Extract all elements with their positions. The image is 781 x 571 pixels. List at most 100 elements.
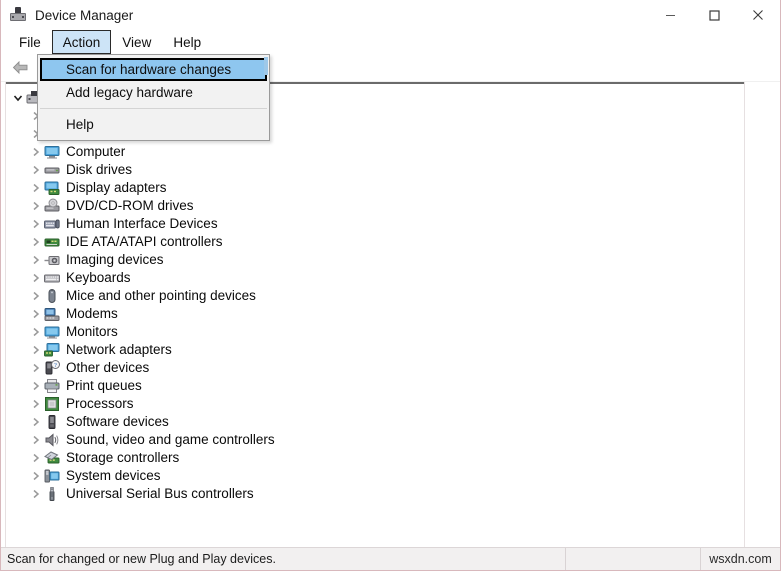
tree-row-dvd-cdrom-drives[interactable]: DVD/CD-ROM drives	[6, 197, 744, 215]
chevron-right-icon[interactable]	[28, 287, 44, 305]
tree-label: Monitors	[66, 324, 118, 339]
device-manager-window: Device Manager File Action View Help Com…	[0, 0, 781, 571]
chevron-right-icon[interactable]	[28, 449, 44, 467]
tree-row-sound-video-and-game-controllers[interactable]: Sound, video and game controllers	[6, 431, 744, 449]
tree-row-computer[interactable]: Computer	[6, 143, 744, 161]
printer-icon	[44, 378, 60, 394]
device-manager-icon	[10, 7, 26, 23]
menu-help[interactable]: Help	[162, 30, 212, 54]
action-dropdown-menu[interactable]: Scan for hardware changes Add legacy har…	[37, 54, 270, 141]
chevron-right-icon[interactable]	[28, 179, 44, 197]
chevron-right-icon[interactable]	[28, 233, 44, 251]
disk-drive-icon	[44, 162, 60, 178]
tree-label: Disk drives	[66, 162, 133, 177]
speaker-icon	[44, 432, 60, 448]
title-bar: Device Manager	[1, 0, 780, 30]
chevron-right-icon[interactable]	[28, 215, 44, 233]
tree-row-mice-and-other-pointing-devices[interactable]: Mice and other pointing devices	[6, 287, 744, 305]
chevron-right-icon[interactable]	[28, 269, 44, 287]
tree-row-print-queues[interactable]: Print queues	[6, 377, 744, 395]
tree-row-display-adapters[interactable]: Display adapters	[6, 179, 744, 197]
chevron-right-icon[interactable]	[28, 341, 44, 359]
chevron-down-icon[interactable]	[10, 89, 26, 107]
chevron-right-icon[interactable]	[28, 305, 44, 323]
tree-row-system-devices[interactable]: System devices	[6, 467, 744, 485]
tree-row-keyboards[interactable]: Keyboards	[6, 269, 744, 287]
chevron-right-icon[interactable]	[28, 197, 44, 215]
usb-controller-icon	[44, 486, 60, 502]
tree-label: Software devices	[66, 414, 169, 429]
window-title: Device Manager	[35, 7, 134, 23]
menu-item-help[interactable]: Help	[38, 113, 269, 136]
network-adapter-icon	[44, 342, 60, 358]
chevron-right-icon[interactable]	[28, 323, 44, 341]
chevron-right-icon[interactable]	[28, 251, 44, 269]
tree-label: Computer	[66, 144, 126, 159]
modem-icon	[44, 306, 60, 322]
tree-label: Imaging devices	[66, 252, 164, 267]
tree-label: System devices	[66, 468, 161, 483]
menu-bar: File Action View Help	[1, 30, 780, 54]
menu-file[interactable]: File	[8, 30, 52, 54]
menu-item-add-legacy-hardware[interactable]: Add legacy hardware	[38, 81, 269, 104]
chevron-right-icon[interactable]	[28, 161, 44, 179]
window-controls	[648, 0, 780, 30]
tree-label: Mice and other pointing devices	[66, 288, 256, 303]
other-device-icon: ?	[44, 360, 60, 376]
menu-item-scan-for-hardware-changes[interactable]: Scan for hardware changes	[40, 58, 267, 81]
tree-row-human-interface-devices[interactable]: Human Interface Devices	[6, 215, 744, 233]
hid-icon	[44, 216, 60, 232]
chevron-right-icon[interactable]	[28, 395, 44, 413]
tree-row-software-devices[interactable]: Software devices	[6, 413, 744, 431]
processor-icon	[44, 396, 60, 412]
chevron-right-icon[interactable]	[28, 431, 44, 449]
tree-row-modems[interactable]: Modems	[6, 305, 744, 323]
chevron-right-icon[interactable]	[28, 467, 44, 485]
system-device-icon	[44, 468, 60, 484]
watermark: wsxdn.com	[709, 552, 772, 566]
tree-label: Modems	[66, 306, 118, 321]
tree-label: Sound, video and game controllers	[66, 432, 275, 447]
status-middle-panel	[566, 548, 701, 570]
tree-row-network-adapters[interactable]: Network adapters	[6, 341, 744, 359]
chevron-right-icon[interactable]	[28, 413, 44, 431]
device-tree[interactable]: Batteries Bluetooth	[6, 82, 744, 552]
tree-row-universal-serial-bus-controllers[interactable]: Universal Serial Bus controllers	[6, 485, 744, 503]
display-adapter-icon	[44, 180, 60, 196]
tree-row-storage-controllers[interactable]: Storage controllers	[6, 449, 744, 467]
tree-label: IDE ATA/ATAPI controllers	[66, 234, 223, 249]
tree-row-other-devices[interactable]: ? Other devices	[6, 359, 744, 377]
tree-label: Other devices	[66, 360, 150, 375]
minimize-button[interactable]	[648, 0, 692, 30]
tree-row-ide-ata-atapi-controllers[interactable]: IDE ATA/ATAPI controllers	[6, 233, 744, 251]
chevron-right-icon[interactable]	[28, 377, 44, 395]
monitor-icon	[44, 324, 60, 340]
tree-row-disk-drives[interactable]: Disk drives	[6, 161, 744, 179]
back-arrow-icon[interactable]	[7, 56, 33, 80]
maximize-button[interactable]	[692, 0, 736, 30]
software-device-icon	[44, 414, 60, 430]
keyboard-icon	[44, 270, 60, 286]
tree-label: DVD/CD-ROM drives	[66, 198, 194, 213]
tree-label: Storage controllers	[66, 450, 180, 465]
tree-label: Universal Serial Bus controllers	[66, 486, 254, 501]
tree-label: Print queues	[66, 378, 142, 393]
mouse-icon	[44, 288, 60, 304]
chevron-right-icon[interactable]	[28, 143, 44, 161]
tree-label: Keyboards	[66, 270, 131, 285]
pane-right-border	[744, 82, 745, 552]
status-bar: Scan for changed or new Plug and Play de…	[1, 547, 780, 570]
tree-row-processors[interactable]: Processors	[6, 395, 744, 413]
chevron-right-icon[interactable]	[28, 359, 44, 377]
tree-row-imaging-devices[interactable]: Imaging devices	[6, 251, 744, 269]
storage-controller-icon	[44, 450, 60, 466]
menu-view[interactable]: View	[111, 30, 162, 54]
monitor-icon	[44, 144, 60, 160]
close-button[interactable]	[736, 0, 780, 30]
chevron-right-icon[interactable]	[28, 485, 44, 503]
tree-label: Display adapters	[66, 180, 167, 195]
imaging-device-icon	[44, 252, 60, 268]
tree-row-monitors[interactable]: Monitors	[6, 323, 744, 341]
menu-action[interactable]: Action	[51, 30, 112, 54]
menu-separator	[40, 108, 267, 109]
